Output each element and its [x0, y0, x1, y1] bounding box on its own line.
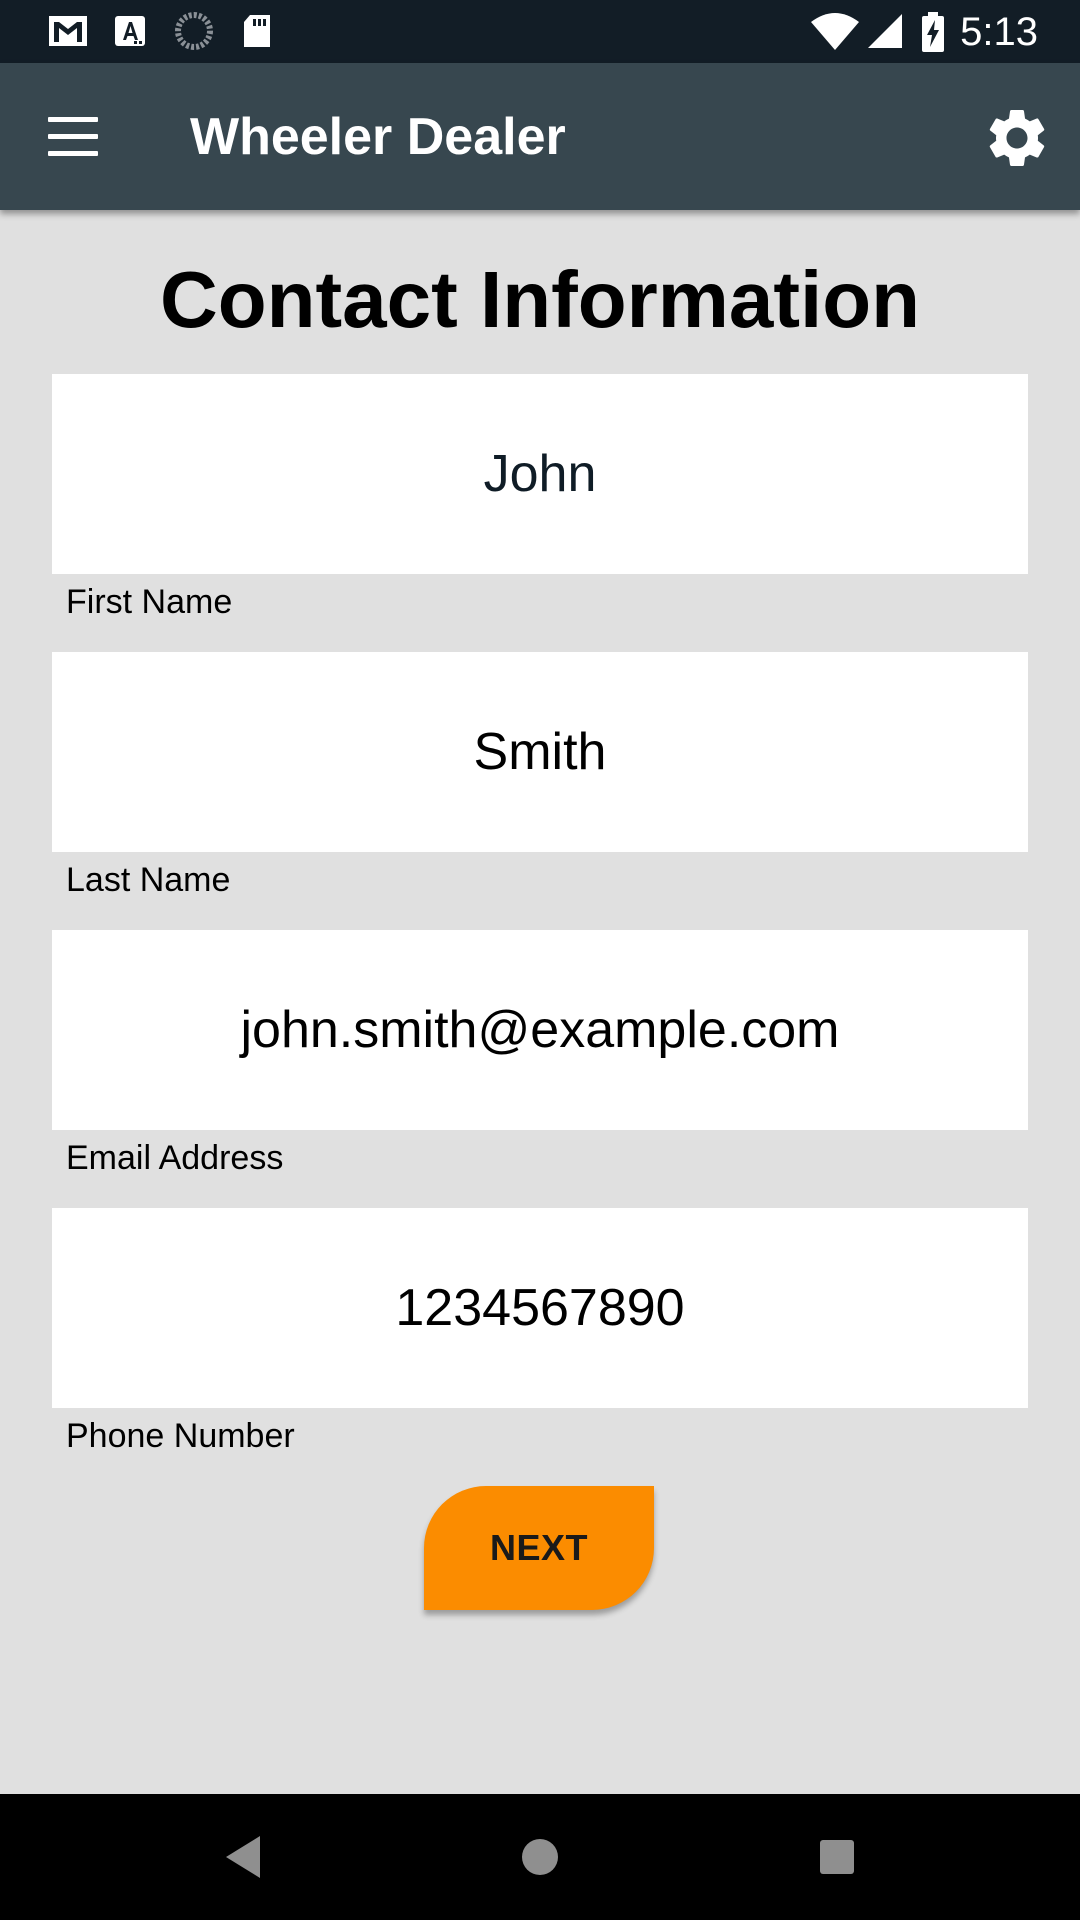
- first-name-label: First Name: [66, 583, 233, 621]
- email-field[interactable]: [52, 930, 1028, 1130]
- email-label: Email Address: [66, 1139, 284, 1177]
- gmail-icon: [49, 16, 87, 46]
- status-time: 5:13: [960, 10, 1038, 54]
- app-title: Wheeler Dealer: [190, 108, 566, 166]
- first-name-field[interactable]: [52, 374, 1028, 574]
- sync-progress-icon: [175, 12, 213, 50]
- app-bar: Wheeler Dealer: [0, 63, 1080, 210]
- gear-icon: [989, 109, 1045, 166]
- navigation-bar: [0, 1794, 1080, 1920]
- font-a-icon: [115, 16, 145, 46]
- phone-field[interactable]: [52, 1208, 1028, 1408]
- contact-form: Contact Information First Name Last Name…: [0, 210, 1080, 1794]
- last-name-field[interactable]: [52, 652, 1028, 852]
- last-name-label: Last Name: [66, 861, 231, 899]
- home-icon[interactable]: [505, 1824, 575, 1890]
- status-bar: 5:13: [0, 0, 1080, 63]
- wifi-icon: [811, 13, 859, 50]
- page-title: Contact Information: [160, 255, 920, 344]
- recents-icon[interactable]: [802, 1824, 872, 1890]
- settings-button[interactable]: [982, 103, 1052, 173]
- battery-charging-icon: [922, 12, 944, 52]
- back-icon[interactable]: [208, 1824, 278, 1890]
- cell-signal-icon: [868, 14, 902, 48]
- menu-button[interactable]: [36, 107, 108, 167]
- sd-card-icon: [244, 15, 270, 47]
- next-button[interactable]: NEXT: [424, 1486, 654, 1610]
- phone-label: Phone Number: [66, 1417, 295, 1455]
